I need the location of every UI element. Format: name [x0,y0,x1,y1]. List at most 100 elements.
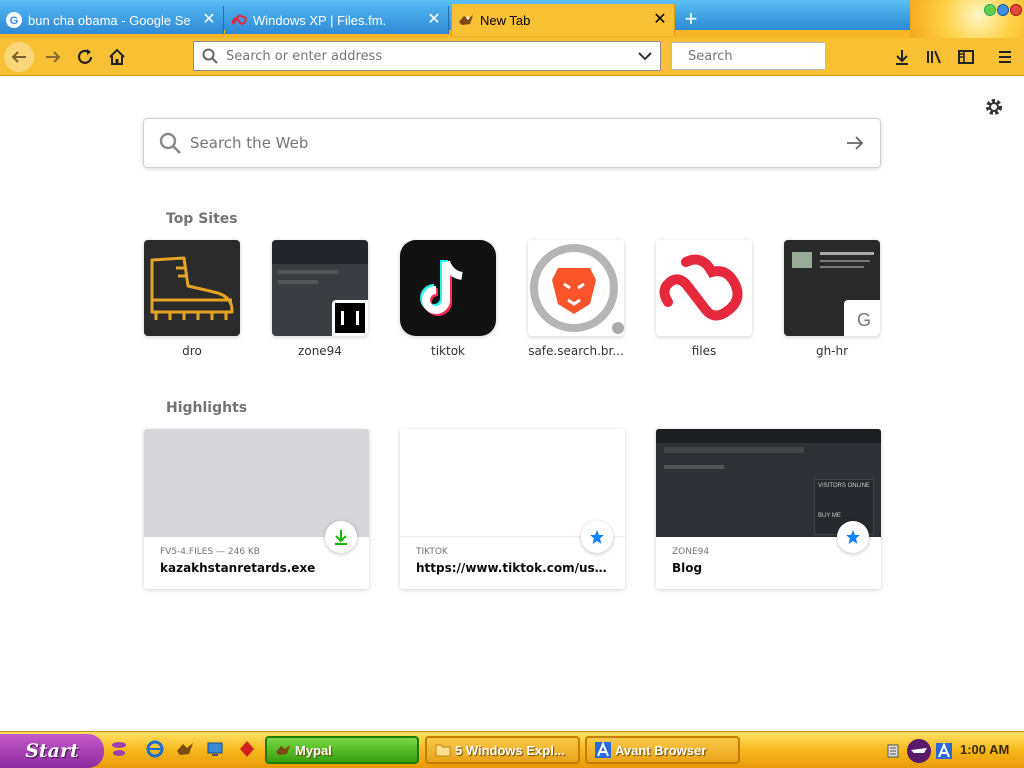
web-search-input[interactable] [190,134,846,152]
url-input[interactable] [226,48,630,64]
reload-icon [77,49,93,64]
back-arrow-icon [4,42,34,72]
gear-icon[interactable] [984,97,1004,117]
minimize-icon[interactable] [984,4,996,16]
top-site-label: safe.search.br... [528,344,624,358]
internet-explorer-icon[interactable] [146,740,164,758]
highlight-title: Blog [672,561,703,575]
taskbar: Start Mypal 5 Windows Expl... Avant Brow… [0,731,1024,768]
forward-arrow-icon [46,51,61,63]
taskbar-item-mypal[interactable]: Mypal [265,736,419,764]
library-button[interactable] [919,42,949,72]
downloads-button[interactable] [887,42,917,72]
sidebar-button[interactable] [951,42,981,72]
tab-close-icon[interactable]: ✕ [652,12,668,28]
google-g-icon: G [6,12,22,28]
network-tray-icon[interactable] [886,743,900,759]
top-site-tile[interactable]: dro [144,240,240,358]
download-icon [896,50,908,65]
tab-close-icon[interactable]: ✕ [201,12,217,28]
download-icon [325,521,357,553]
tab-new-tab[interactable]: New Tab ✕ [451,4,675,36]
filesfm-icon [231,12,247,28]
top-site-tile[interactable]: tiktok [400,240,496,358]
chevron-down-icon[interactable] [638,51,652,61]
filesfm-cloud-icon [656,240,752,336]
zone94-buy-text: BUY ME [818,513,841,519]
zone94-visitors-text: VISITORS ONLINE [818,483,870,489]
new-tab-page: Top Sites dro zone94 [0,77,1024,731]
gh-hr-thumb: G [784,240,880,336]
tiktok-icon [400,240,496,336]
highlight-source: ZONE94 [672,547,710,557]
back-button[interactable] [4,42,34,72]
tab-files-fm[interactable]: Windows XP | Files.fm. ✕ [225,6,449,34]
maximize-icon[interactable] [997,4,1009,16]
folder-icon [435,744,451,757]
clock: 1:00 AM [960,742,1010,757]
search-icon [159,132,181,154]
tab-close-icon[interactable]: ✕ [426,12,442,28]
mypal-icon [458,12,474,28]
taskbar-item-avant-browser[interactable]: Avant Browser [585,736,740,764]
highlight-title: https://www.tiktok.com/us-land... [416,561,609,575]
avant-tray-icon[interactable] [936,742,952,759]
highlight-card[interactable]: FV5-4.FILES — 246 KB kazakhstanretards.e… [144,429,369,589]
task-label: Mypal [295,742,332,758]
taskbar-item-windows-explorer[interactable]: 5 Windows Expl... [425,736,580,764]
highlight-card[interactable]: TIKTOK https://www.tiktok.com/us-land... [400,429,625,589]
search-bar[interactable] [671,42,858,70]
home-icon [109,48,125,65]
start-button[interactable]: Start [0,734,104,768]
close-window-icon[interactable] [1010,4,1022,16]
task-label: 5 Windows Expl... [455,742,565,758]
highlight-source: TIKTOK [416,547,448,557]
hamburger-menu-icon [999,51,1011,63]
top-site-label: files [691,344,717,358]
zone94-thumb [272,240,368,336]
desktop-icon[interactable] [206,740,224,758]
top-site-label: tiktok [431,344,465,358]
home-button[interactable] [102,42,132,72]
web-search-box[interactable] [143,118,881,168]
highlight-title: kazakhstanretards.exe [160,561,316,575]
tab-title: Windows XP | Files.fm. [253,12,387,28]
highlight-source: FV5-4.FILES — 246 KB [160,547,260,557]
new-tab-button[interactable]: + [680,8,702,30]
boot-icon [144,240,240,336]
library-icon [927,50,941,64]
top-sites-heading: Top Sites [166,211,238,227]
tab-strip: G bun cha obama - Google Se ✕ Windows XP… [0,0,1024,38]
task-label: Avant Browser [615,742,707,758]
brave-lion-icon [528,240,624,336]
g-letter-icon: G [844,300,880,336]
avant-browser-icon [595,742,611,758]
search-input[interactable] [688,48,858,64]
tab-title: bun cha obama - Google Se [28,12,191,28]
mypal-tray-icon[interactable] [906,738,932,764]
highlights-heading: Highlights [166,400,248,416]
highlight-card[interactable]: VISITORS ONLINE BUY ME ZONE94 Blog [656,429,881,589]
top-site-tile[interactable]: G gh-hr [784,240,880,358]
top-site-tile[interactable]: safe.search.br... [528,240,624,358]
sidebar-icon [958,50,974,64]
menu-button[interactable] [990,42,1020,72]
tab-google-search[interactable]: G bun cha obama - Google Se ✕ [0,6,224,34]
reload-button[interactable] [70,42,100,72]
red-diamond-icon[interactable] [238,740,256,758]
forward-button[interactable] [38,42,68,72]
search-icon [202,48,218,64]
top-site-label: dro [182,344,202,358]
top-site-tile[interactable]: files [656,240,752,358]
navigation-toolbar [0,38,1024,76]
svg-text:G: G [10,15,19,27]
top-site-tile[interactable]: zone94 [272,240,368,358]
top-site-label: gh-hr [815,344,849,358]
purple-bubbles-icon[interactable] [110,740,128,758]
tab-title: New Tab [480,12,531,28]
top-site-label: zone94 [298,344,342,358]
arrow-right-icon[interactable] [846,136,864,150]
mypal-icon [276,745,290,755]
mypal-quicklaunch-icon[interactable] [176,740,194,758]
url-bar[interactable] [193,41,661,71]
